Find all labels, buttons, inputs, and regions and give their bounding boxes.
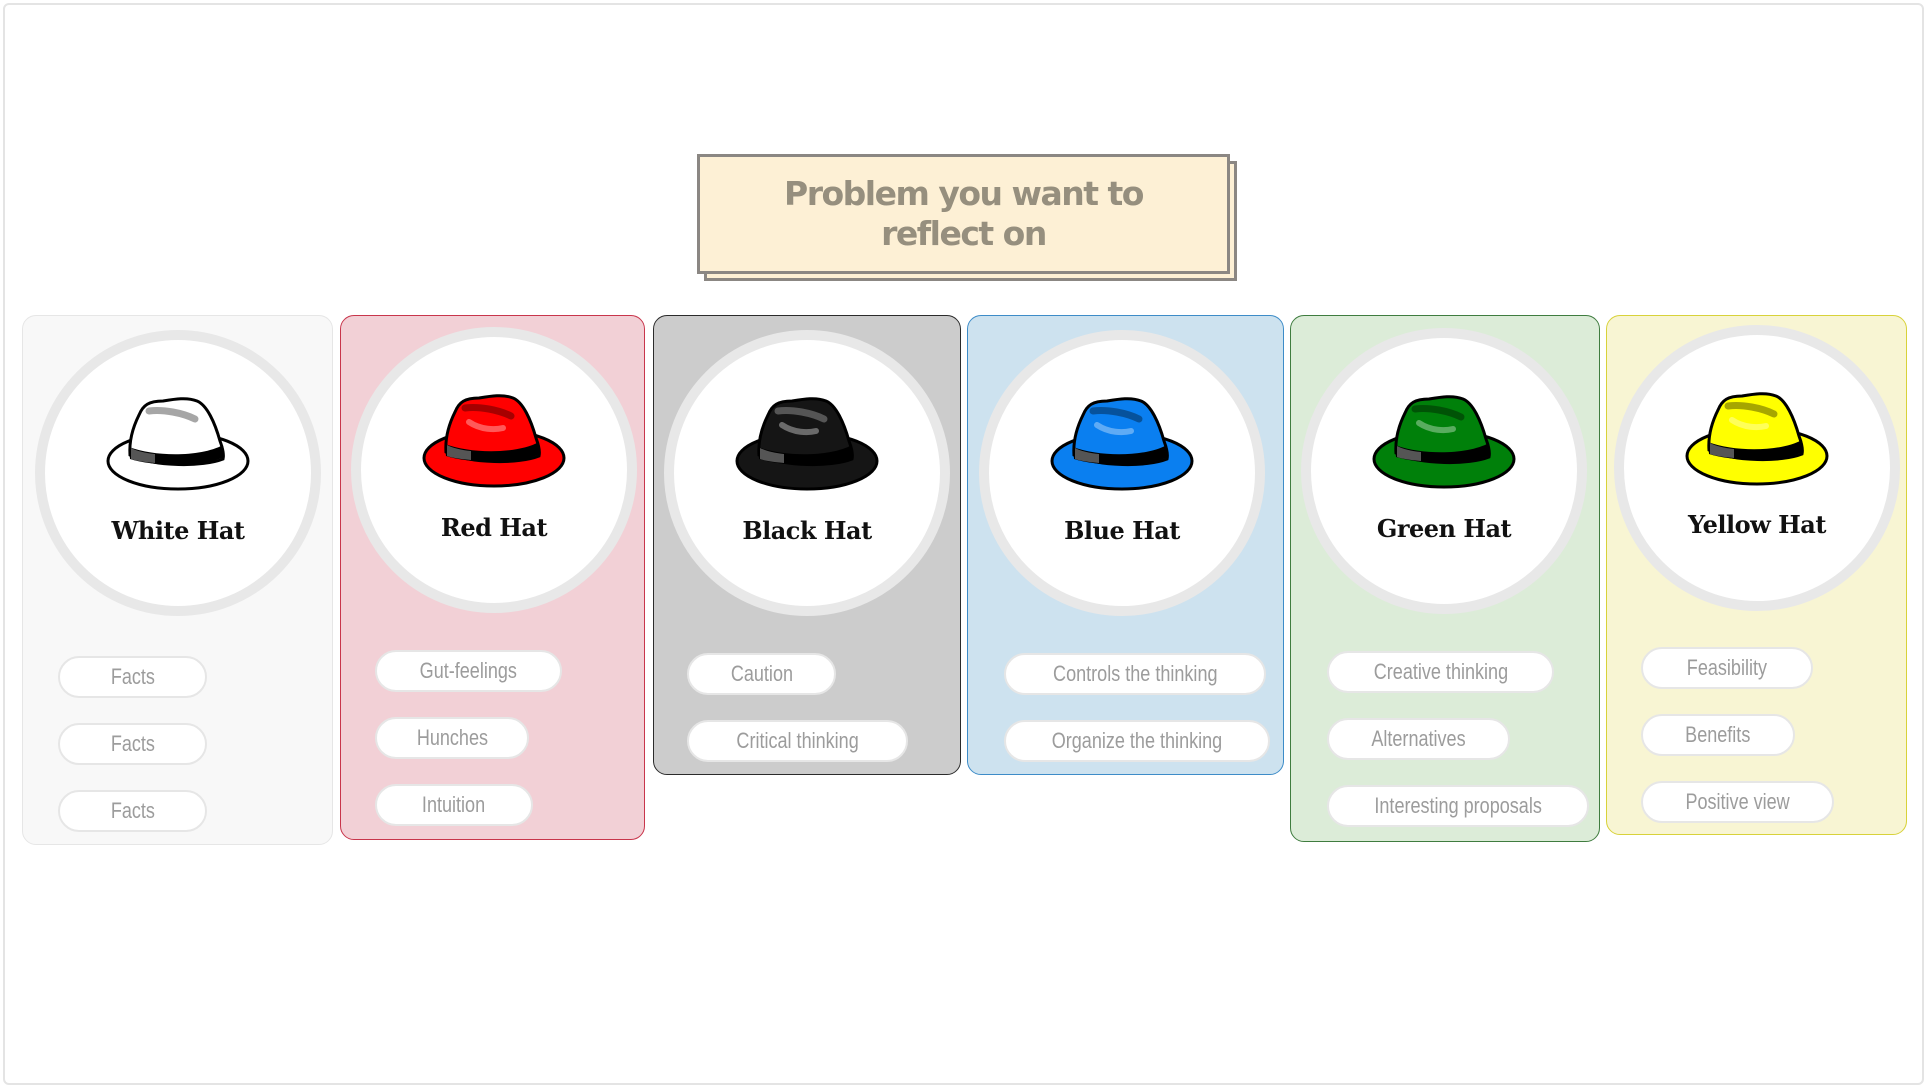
subtopic-pill[interactable]: Feasibility xyxy=(1641,647,1813,689)
subtopic-text: Facts xyxy=(110,798,155,823)
subtopic-text: Creative thinking xyxy=(1373,659,1508,684)
blue-hat-icon xyxy=(1047,393,1197,497)
subtopic-text: Intuition xyxy=(422,792,486,817)
subtopic-pill[interactable]: Benefits xyxy=(1641,714,1795,756)
subtopic-pill[interactable]: Facts xyxy=(58,723,207,765)
subtopic-pill[interactable]: Intuition xyxy=(375,784,533,826)
white-hat-icon xyxy=(103,393,253,497)
hat-label: Yellow Hat xyxy=(1688,510,1826,539)
central-topic-text: Problem you want to reflect on xyxy=(784,174,1144,253)
subtopic-text: Alternatives xyxy=(1371,726,1466,751)
hat-label: Red Hat xyxy=(440,513,548,542)
subtopic-text: Hunches xyxy=(416,725,488,750)
subtopic-text: Controls the thinking xyxy=(1052,661,1218,686)
subtopic-text: Facts xyxy=(110,731,155,756)
subtopic-pill[interactable]: Controls the thinking xyxy=(1004,653,1266,695)
hat-card-yellow-hat[interactable]: Yellow Hat Feasibility Benefits Positive vi… xyxy=(1606,315,1907,835)
hat-card-blue-hat[interactable]: Blue Hat Controls the thinking Organize th… xyxy=(967,315,1284,775)
black-hat-icon xyxy=(732,393,882,497)
subtopic-text: Caution xyxy=(730,661,793,686)
subtopic-text: Feasibility xyxy=(1686,655,1768,680)
hat-label: Blue Hat xyxy=(1064,516,1180,545)
subtopic-text: Facts xyxy=(110,664,155,689)
subtopic-pill[interactable]: Organize the thinking xyxy=(1004,720,1270,762)
subtopic-pill[interactable]: Alternatives xyxy=(1327,718,1510,760)
subtopic-text: Gut-feelings xyxy=(419,658,518,683)
subtopic-text: Critical thinking xyxy=(736,728,859,753)
hat-card-green-hat[interactable]: Green Hat Creative thinking Alternatives In… xyxy=(1290,315,1600,842)
subtopic-pill[interactable]: Hunches xyxy=(375,717,529,759)
red-hat-icon xyxy=(419,390,569,494)
hat-card-white-hat[interactable]: White Hat Facts Facts Facts xyxy=(22,315,333,845)
yellow-hat-icon xyxy=(1682,388,1832,492)
subtopic-pill[interactable]: Interesting proposals xyxy=(1327,785,1589,827)
subtopic-text: Interesting proposals xyxy=(1374,793,1542,818)
hat-label: Black Hat xyxy=(742,516,872,545)
hat-label: Green Hat xyxy=(1376,514,1512,543)
hat-label: White Hat xyxy=(111,516,245,545)
subtopic-pill[interactable]: Creative thinking xyxy=(1327,651,1554,693)
subtopic-pill[interactable]: Caution xyxy=(687,653,836,695)
subtopic-pill[interactable]: Gut-feelings xyxy=(375,650,562,692)
subtopic-pill[interactable]: Facts xyxy=(58,790,207,832)
subtopic-pill[interactable]: Critical thinking xyxy=(687,720,908,762)
central-topic[interactable]: Problem you want to reflect on xyxy=(697,154,1230,274)
green-hat-icon xyxy=(1369,391,1519,495)
subtopic-text: Benefits xyxy=(1685,722,1751,747)
subtopic-pill[interactable]: Facts xyxy=(58,656,207,698)
hat-card-red-hat[interactable]: Red Hat Gut-feelings Hunches Intuition xyxy=(340,315,645,840)
hat-card-black-hat[interactable]: Black Hat Caution Critical thinking xyxy=(653,315,961,775)
subtopic-text: Positive view xyxy=(1685,789,1790,814)
subtopic-text: Organize the thinking xyxy=(1051,728,1223,753)
subtopic-pill[interactable]: Positive view xyxy=(1641,781,1834,823)
